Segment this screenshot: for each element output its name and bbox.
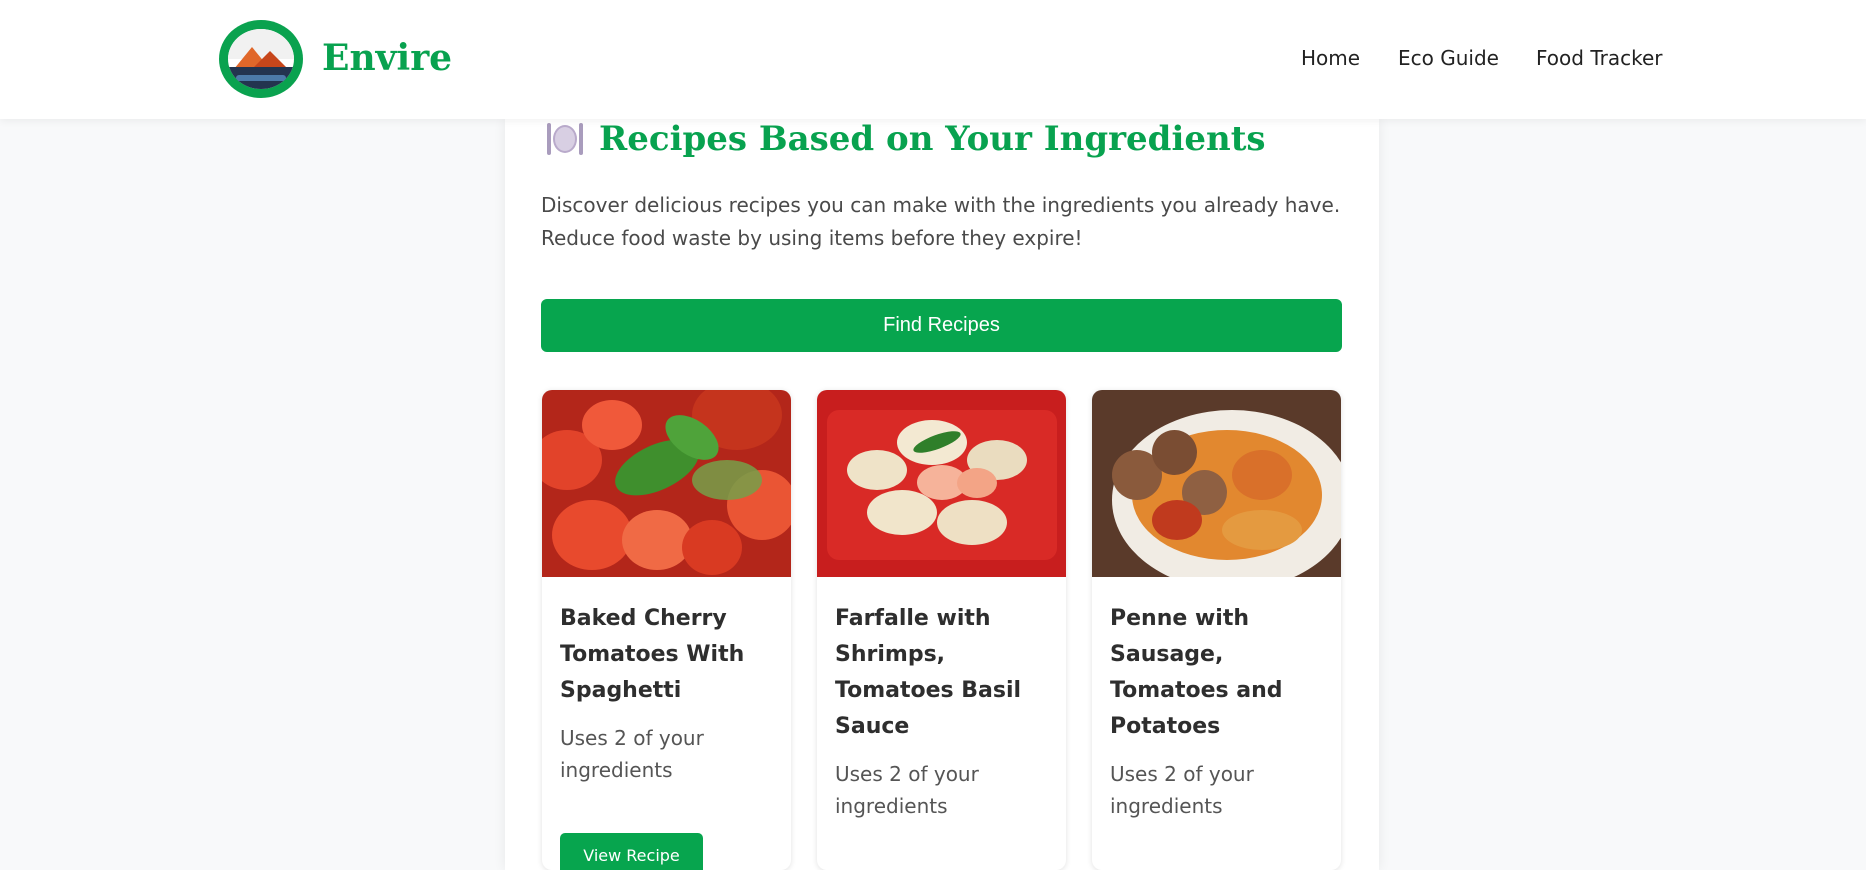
logo-landscape	[228, 29, 294, 89]
recipe-card: Farfalle with Shrimps, Tomatoes Basil Sa…	[817, 390, 1066, 870]
find-recipes-button[interactable]: Find Recipes	[541, 299, 1342, 352]
recipes-panel: Recipes Based on Your Ingredients Discov…	[505, 119, 1379, 870]
recipe-image-cherry-tomatoes[interactable]	[542, 390, 791, 577]
recipe-ingredient-count: Uses 2 of your ingredients	[560, 726, 704, 782]
recipe-ingredient-count: Uses 2 of your ingredients	[1110, 762, 1254, 818]
brand-name[interactable]: Envire	[322, 30, 452, 86]
envire-logo-icon[interactable]	[219, 20, 303, 98]
recipe-title: Baked Cherry Tomatoes With Spaghetti	[560, 606, 745, 703]
site-header: Envire Home Eco Guide Food Tracker	[0, 0, 1866, 119]
nav-home[interactable]: Home	[1301, 40, 1360, 76]
recipe-image-farfalle-shrimps[interactable]	[817, 390, 1066, 577]
page-description: Discover delicious recipes you can make …	[541, 193, 1341, 250]
recipe-ingredient-count: Uses 2 of your ingredients	[835, 762, 979, 818]
recipe-image-penne-sausage[interactable]	[1092, 390, 1341, 577]
plate-fork-knife-icon	[547, 121, 583, 157]
view-recipe-button[interactable]: View Recipe	[560, 833, 703, 870]
recipe-title: Farfalle with Shrimps, Tomatoes Basil Sa…	[835, 606, 1022, 739]
recipe-title: Penne with Sausage, Tomatoes and Potatoe…	[1110, 606, 1283, 739]
page-title: Recipes Based on Your Ingredients	[599, 119, 1266, 159]
recipe-card: Baked Cherry Tomatoes With Spaghetti Use…	[542, 390, 791, 870]
recipe-card: Penne with Sausage, Tomatoes and Potatoe…	[1092, 390, 1341, 870]
title-row: Recipes Based on Your Ingredients	[547, 119, 1266, 159]
nav-food-tracker[interactable]: Food Tracker	[1536, 40, 1662, 76]
nav-eco-guide[interactable]: Eco Guide	[1398, 40, 1499, 76]
